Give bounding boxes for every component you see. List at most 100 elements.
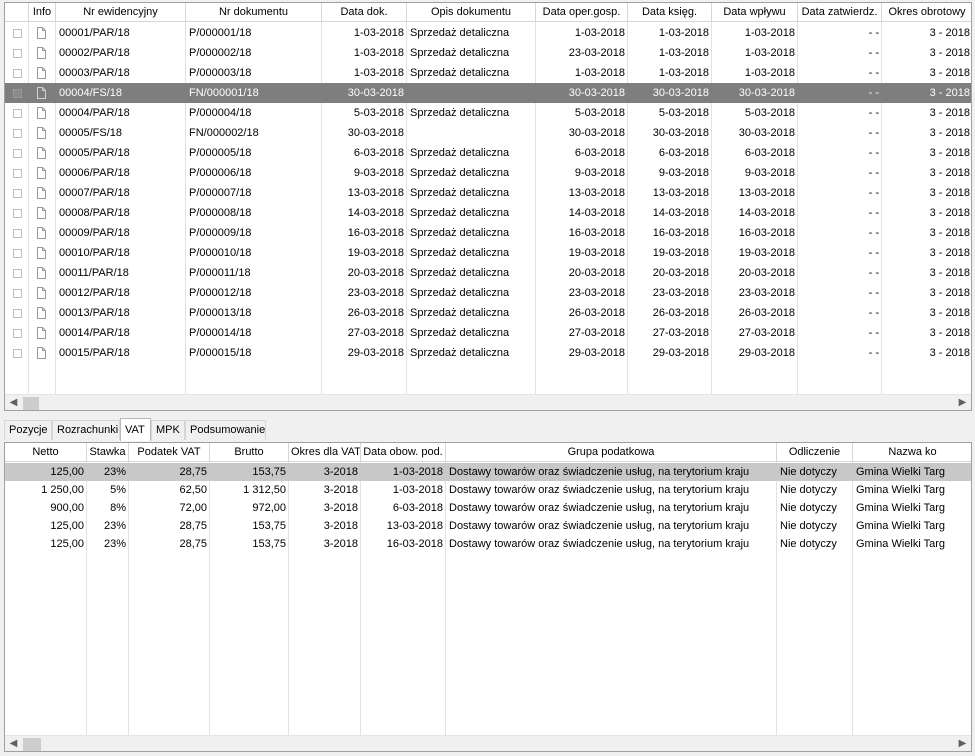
- document-icon[interactable]: [37, 307, 46, 319]
- table-row[interactable]: 00008/PAR/18 P/000008/18 14-03-2018 Sprzeda…: [5, 203, 971, 223]
- cell-data-obow: 16-03-2018: [386, 538, 443, 550]
- table-row[interactable]: 00006/PAR/18 P/000006/18 9-03-2018 Sprzedaż…: [5, 163, 971, 183]
- tab-vat[interactable]: VAT: [120, 418, 151, 441]
- vat_grid-header-odliczenie[interactable]: Odliczenie: [777, 443, 853, 462]
- vat_grid-header-okres-vat[interactable]: Okres dla VAT: [289, 443, 361, 462]
- vat_grid-header-podatek[interactable]: Podatek VAT: [129, 443, 210, 462]
- document-icon[interactable]: [37, 167, 46, 179]
- vat-grid[interactable]: Netto Stawka Podatek VAT Brutto Okres dla VA…: [4, 442, 972, 752]
- document-icon[interactable]: [37, 227, 46, 239]
- checkbox-icon[interactable]: [13, 69, 22, 78]
- tab-mpk[interactable]: MPK: [151, 420, 185, 440]
- table-row[interactable]: 00013/PAR/18 P/000013/18 26-03-2018 Sprzeda…: [5, 303, 971, 323]
- checkbox-icon[interactable]: [13, 29, 22, 38]
- scrollbar-thumb[interactable]: [23, 397, 39, 410]
- table-row[interactable]: 00004/PAR/18 P/000004/18 5-03-2018 Sprzedaż…: [5, 103, 971, 123]
- table-row[interactable]: 00014/PAR/18 P/000014/18 27-03-2018 Sprzeda…: [5, 323, 971, 343]
- tab-pozycje[interactable]: Pozycje: [4, 420, 52, 440]
- vat_grid-header-grupa[interactable]: Grupa podatkowa: [446, 443, 777, 462]
- table-row[interactable]: 125,00 23% 28,75 153,75 3-2018 16-03-2018 Dost…: [5, 535, 971, 553]
- cell-data-ksieg: 1-03-2018: [658, 27, 709, 39]
- chevron-left-icon[interactable]: ◀: [5, 395, 22, 410]
- document-icon[interactable]: [37, 187, 46, 199]
- checkbox-icon[interactable]: [13, 89, 22, 98]
- vat_grid-header-stawka[interactable]: Stawka: [87, 443, 129, 462]
- document-icon[interactable]: [37, 147, 46, 159]
- chevron-right-icon[interactable]: ▶: [954, 736, 971, 751]
- vat_grid-header-nazwa[interactable]: Nazwa ko: [853, 443, 971, 462]
- tab-podsumowanie[interactable]: Podsumowanie: [185, 420, 266, 440]
- checkbox-icon[interactable]: [13, 189, 22, 198]
- checkbox-icon[interactable]: [13, 249, 22, 258]
- document-icon[interactable]: [37, 247, 46, 259]
- table-row[interactable]: 00010/PAR/18 P/000010/18 19-03-2018 Sprzeda…: [5, 243, 971, 263]
- cell-data-zatw: - -: [868, 147, 879, 159]
- checkbox-icon[interactable]: [13, 269, 22, 278]
- checkbox-icon[interactable]: [13, 109, 22, 118]
- cell-odliczenie: Nie dotyczy: [780, 538, 837, 550]
- table-row[interactable]: 00012/PAR/18 P/000012/18 23-03-2018 Sprzeda…: [5, 283, 971, 303]
- document-icon[interactable]: [37, 107, 46, 119]
- top_grid-header-chk[interactable]: [5, 3, 29, 22]
- chevron-left-icon[interactable]: ◀: [5, 736, 22, 751]
- table-row[interactable]: 900,00 8% 72,00 972,00 3-2018 6-03-2018 Dostaw…: [5, 499, 971, 517]
- cell-data-dok: 30-03-2018: [347, 127, 404, 139]
- cell-okres: 3 - 2018: [929, 287, 970, 299]
- checkbox-icon[interactable]: [13, 149, 22, 158]
- checkbox-icon[interactable]: [13, 129, 22, 138]
- top_grid-header-data-dok[interactable]: Data dok.: [322, 3, 407, 22]
- top_grid-header-nr-ew[interactable]: Nr ewidencyjny: [56, 3, 186, 22]
- top_grid-header-nr-dok[interactable]: Nr dokumentu: [186, 3, 322, 22]
- checkbox-icon[interactable]: [13, 309, 22, 318]
- checkbox-icon[interactable]: [13, 229, 22, 238]
- vat_grid-header-data-obow[interactable]: Data obow. pod.: [361, 443, 446, 462]
- document-icon[interactable]: [37, 67, 46, 79]
- checkbox-icon[interactable]: [13, 349, 22, 358]
- table-row[interactable]: 00003/PAR/18 P/000003/18 1-03-2018 Sprzedaż…: [5, 63, 971, 83]
- top_grid-header-data-wplywu[interactable]: Data wpływu: [712, 3, 798, 22]
- table-row[interactable]: 00007/PAR/18 P/000007/18 13-03-2018 Sprzeda…: [5, 183, 971, 203]
- table-row[interactable]: 125,00 23% 28,75 153,75 3-2018 1-03-2018 Dosta…: [5, 463, 971, 481]
- top_grid-header-data-zatw[interactable]: Data zatwierdz.: [798, 3, 882, 22]
- table-row[interactable]: 125,00 23% 28,75 153,75 3-2018 13-03-2018 Dost…: [5, 517, 971, 535]
- table-row[interactable]: 00002/PAR/18 P/000002/18 1-03-2018 Sprzedaż…: [5, 43, 971, 63]
- table-row[interactable]: 00004/FS/18 FN/000001/18 30-03-2018 30-03-2…: [5, 83, 971, 103]
- document-icon[interactable]: [37, 27, 46, 39]
- tab-rozrachunki[interactable]: Rozrachunki: [52, 420, 120, 440]
- table-row[interactable]: 00011/PAR/18 P/000011/18 20-03-2018 Sprzeda…: [5, 263, 971, 283]
- document-icon[interactable]: [37, 267, 46, 279]
- vat-horizontal-scrollbar[interactable]: ◀ ▶: [5, 735, 971, 751]
- cell-grupa: Dostawy towarów oraz świadczenie usług, …: [449, 466, 750, 478]
- top_grid-header-okres[interactable]: Okres obrotowy: [882, 3, 971, 22]
- documents-grid[interactable]: Info Nr ewidencyjny Nr dokumentu Data dok. O…: [4, 2, 972, 411]
- document-icon[interactable]: [37, 207, 46, 219]
- table-row[interactable]: 00009/PAR/18 P/000009/18 16-03-2018 Sprzeda…: [5, 223, 971, 243]
- top_grid-header-info[interactable]: Info: [29, 3, 56, 22]
- checkbox-icon[interactable]: [13, 329, 22, 338]
- document-icon[interactable]: [37, 347, 46, 359]
- table-row[interactable]: 00001/PAR/18 P/000001/18 1-03-2018 Sprzedaż…: [5, 23, 971, 43]
- scrollbar-thumb[interactable]: [23, 738, 41, 751]
- vat_grid-header-netto[interactable]: Netto: [5, 443, 87, 462]
- top_grid-header-data-oper[interactable]: Data oper.gosp.: [536, 3, 628, 22]
- documents-horizontal-scrollbar[interactable]: ◀ ▶: [5, 394, 971, 410]
- top_grid-header-data-ksieg[interactable]: Data księg.: [628, 3, 712, 22]
- table-row[interactable]: 00005/PAR/18 P/000005/18 6-03-2018 Sprzedaż…: [5, 143, 971, 163]
- cell-data-obow: 1-03-2018: [392, 484, 443, 496]
- table-row[interactable]: 1 250,00 5% 62,50 1 312,50 3-2018 1-03-2018 Do…: [5, 481, 971, 499]
- document-icon[interactable]: [37, 327, 46, 339]
- document-icon[interactable]: [37, 287, 46, 299]
- vat_grid-header-brutto[interactable]: Brutto: [210, 443, 289, 462]
- document-icon[interactable]: [37, 47, 46, 59]
- document-icon[interactable]: [37, 127, 46, 139]
- checkbox-icon[interactable]: [13, 209, 22, 218]
- top_grid-header-opis[interactable]: Opis dokumentu: [407, 3, 536, 22]
- checkbox-icon[interactable]: [13, 169, 22, 178]
- cell-data-ksieg: 23-03-2018: [652, 287, 709, 299]
- table-row[interactable]: 00005/FS/18 FN/000002/18 30-03-2018 30-03-2…: [5, 123, 971, 143]
- chevron-right-icon[interactable]: ▶: [954, 395, 971, 410]
- document-icon[interactable]: [37, 87, 46, 99]
- checkbox-icon[interactable]: [13, 289, 22, 298]
- checkbox-icon[interactable]: [13, 49, 22, 58]
- table-row[interactable]: 00015/PAR/18 P/000015/18 29-03-2018 Sprzeda…: [5, 343, 971, 363]
